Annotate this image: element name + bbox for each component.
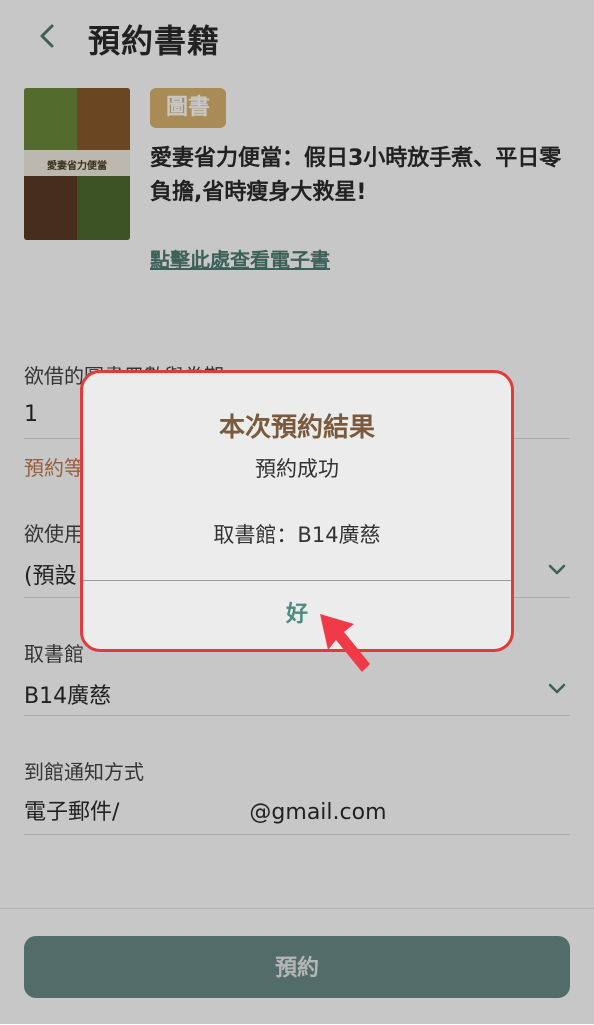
ok-button[interactable]: 好: [83, 581, 511, 649]
pointer-arrow-icon: [320, 614, 370, 672]
reservation-result-dialog: 本次預約結果 預約成功 取書館：B14廣慈 好: [80, 370, 514, 652]
dialog-message: 預約成功: [255, 457, 339, 481]
dialog-pickup-library: 取書館：B14廣慈: [213, 523, 381, 547]
dialog-title: 本次預約結果: [218, 413, 375, 443]
reserve-book-page: 預約書籍 愛妻省力便當 圖書 愛妻省力便當：假日3小時放手煮、平日零負擔,省時瘦…: [0, 0, 594, 1025]
